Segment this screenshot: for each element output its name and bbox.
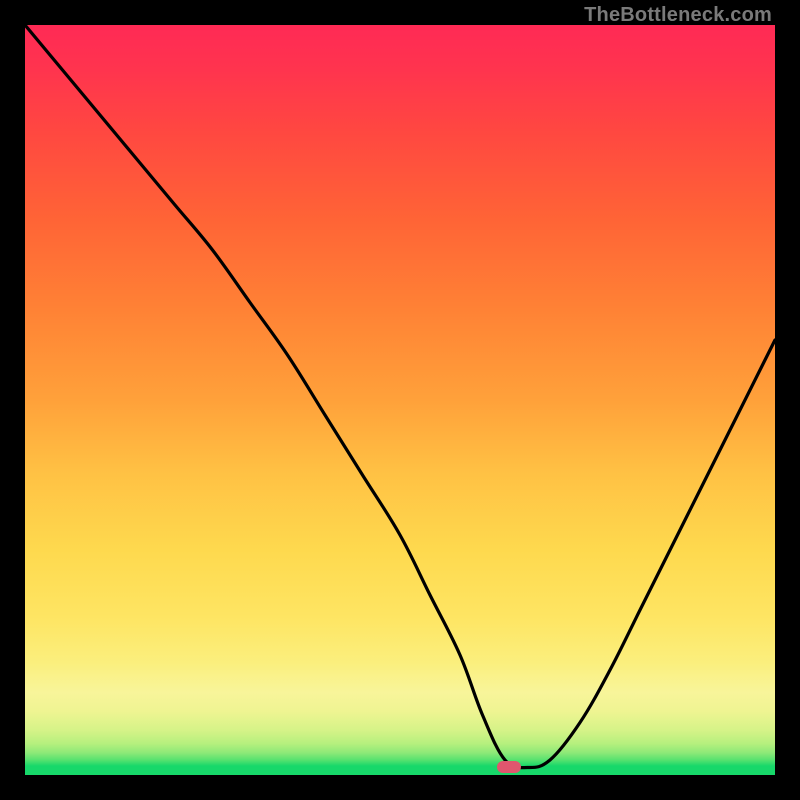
plot-area	[25, 25, 775, 775]
optimal-point-marker	[497, 761, 521, 773]
watermark-text: TheBottleneck.com	[584, 4, 772, 27]
chart-frame: TheBottleneck.com	[0, 0, 800, 800]
bottleneck-curve	[25, 25, 775, 775]
